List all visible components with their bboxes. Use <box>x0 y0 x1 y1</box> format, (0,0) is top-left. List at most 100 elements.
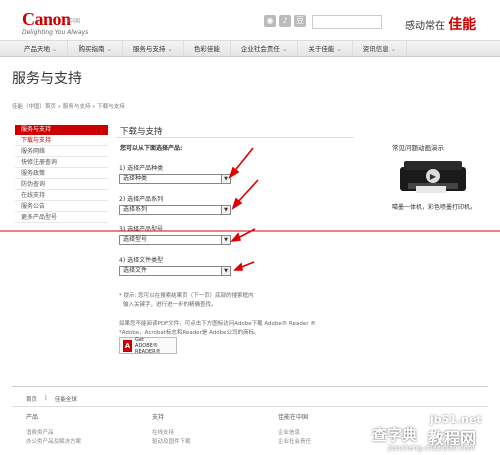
dropdown-arrow-icon[interactable]: ▼ <box>221 206 230 214</box>
step-product-series: 2) 选择产品系列 选择系列 ▼ <box>119 194 231 215</box>
get-adobe-reader-button[interactable]: A Get ADOBE® READER® <box>119 337 177 355</box>
nav-item-label: 关于佳能 <box>308 45 335 53</box>
sidebar: 服务与支持 下载与支持 服务网络 快修注册查询 服务政策 防伪查询 在线支持 服… <box>15 125 108 223</box>
douban-icon[interactable]: 豆 <box>294 15 306 27</box>
slogan-big: 佳能 <box>448 17 477 33</box>
footer-col-products: 产品 消费类产品 办公类产品及解决方案 <box>26 412 81 447</box>
pdf-note-line: 如果您不能阅读PDF文件，可点击下方图标访问Adobe下载 Adobe® Rea… <box>119 321 316 327</box>
select-value: 选择型号 <box>123 236 148 243</box>
series-select[interactable]: 选择系列 ▼ <box>119 205 231 215</box>
main-nav: 产品天地 ⌄ 购买指南 ⌄ 服务与支持 ⌄ 色彩佳能 企业社会责任 ⌄ 关于佳能 ⌄ 资讯… <box>0 40 500 57</box>
nav-item-label: 资讯信息 <box>362 45 389 53</box>
sidebar-item-announcements[interactable]: 服务公告 <box>15 201 108 212</box>
chevron-down-icon: ⌄ <box>106 45 112 53</box>
sidebar-item-more-models[interactable]: 更多产品型号 <box>15 212 108 223</box>
select-value: 选择系列 <box>123 206 148 213</box>
annotation-arrowhead <box>230 232 242 243</box>
footer-col-canon-china: 佳能在中国 企业信息 企业社会责任 <box>278 412 311 447</box>
nav-item-products[interactable]: 产品天地 ⌄ <box>14 41 69 56</box>
nav-item-buying[interactable]: 购买指南 ⌄ <box>68 41 123 56</box>
sidebar-item-repair-query[interactable]: 快修注册查询 <box>15 157 108 168</box>
chevron-down-icon: ⌄ <box>167 45 173 53</box>
annotation-arrow <box>232 147 254 174</box>
pdf-note: 如果您不能阅读PDF文件，可点击下方图标访问Adobe下载 Adobe® Rea… <box>119 320 316 338</box>
chevron-down-icon: ⌄ <box>390 45 397 53</box>
step-label: 4) 选择文件类型 <box>119 257 164 264</box>
footer-link-separator: | <box>45 395 47 401</box>
select-value: 选择种类 <box>123 175 148 182</box>
step-product-category: 1) 选择产品种类 选择种类 ▼ <box>119 163 231 184</box>
intro-text: 您可以从下面选择产品: <box>120 145 183 152</box>
slogan-small: 感动常在 <box>405 21 445 32</box>
footer-col-item[interactable]: 企业信息 <box>278 429 311 438</box>
site-header: Canon 中国 Delighting You Always ◉ ♪ 豆 感动常… <box>0 0 500 40</box>
watermark-brand: 查字典 <box>372 426 418 444</box>
chevron-down-icon: ⌄ <box>281 45 288 53</box>
dropdown-arrow-icon[interactable]: ▼ <box>221 267 230 275</box>
sidebar-header[interactable]: 服务与支持 <box>15 125 108 135</box>
nav-item-label: 产品天地 <box>24 45 50 53</box>
tagline: Delighting You Always <box>22 29 89 36</box>
nav-item-label: 购买指南 <box>78 45 105 53</box>
sidebar-item-downloads[interactable]: 下载与支持 <box>15 135 108 146</box>
footer-col-head: 产品 <box>26 414 39 421</box>
footer-col-item[interactable]: 企业社会责任 <box>278 438 311 447</box>
page-title: 服务与支持 <box>12 71 82 87</box>
footer-col-item[interactable]: 消费类产品 <box>26 429 81 438</box>
sidebar-item-online-support[interactable]: 在线支持 <box>15 190 108 201</box>
search-hint: * 提示: 您可以在搜索结果页（下一页）底部的搜索框内 输入关键字，进行进一步的… <box>119 292 254 310</box>
slogan: 感动常在 佳能 <box>405 14 476 34</box>
weibo-icon[interactable]: ◉ <box>264 15 276 27</box>
footer-link-global[interactable]: 佳能全球 <box>55 395 77 403</box>
sidebar-item-policy[interactable]: 服务政策 <box>15 168 108 179</box>
footer-col-head: 支持 <box>152 414 165 421</box>
chevron-down-icon: ⌄ <box>336 45 342 53</box>
footer-divider <box>12 406 488 407</box>
file-type-select[interactable]: 选择文件 ▼ <box>119 266 231 276</box>
annotation-arrowhead <box>228 166 240 179</box>
printer-video-thumbnail[interactable]: ▶ <box>394 153 472 197</box>
step-file-type: 4) 选择文件类型 选择文件 ▼ <box>119 255 231 276</box>
annotation-arrowhead <box>231 197 243 210</box>
nav-item-news[interactable]: 资讯信息 ⌄ <box>353 41 408 56</box>
nav-item-about[interactable]: 关于佳能 ⌄ <box>298 41 353 56</box>
region-label: 中国 <box>68 18 81 25</box>
model-select[interactable]: 选择型号 ▼ <box>119 235 231 245</box>
footer-col-item[interactable]: 在线支持 <box>152 429 191 438</box>
hint-line: * 提示: 您可以在搜索结果页（下一页）底部的搜索框内 <box>119 293 254 299</box>
person-icon[interactable]: ♪ <box>279 15 291 27</box>
sidebar-item-anti-counterfeit[interactable]: 防伪查询 <box>15 179 108 190</box>
canon-logo[interactable]: Canon <box>22 9 71 30</box>
dropdown-arrow-icon[interactable]: ▼ <box>221 175 230 183</box>
step-label: 1) 选择产品种类 <box>119 165 164 172</box>
footer-links: 首页 | 佳能全球 <box>26 395 77 403</box>
nav-item-csr[interactable]: 企业社会责任 ⌄ <box>231 41 299 56</box>
nav-item-label: 服务与支持 <box>132 45 166 53</box>
nav-item-support[interactable]: 服务与支持 ⌄ <box>123 41 184 56</box>
hint-line: 输入关键字，进行进一步的精确查找。 <box>123 302 217 308</box>
footer-col-head: 佳能在中国 <box>278 414 309 421</box>
divider <box>116 137 354 138</box>
footer-col-item[interactable]: 办公类产品及解决方案 <box>26 438 81 447</box>
nav-item-label: 企业社会责任 <box>240 45 280 53</box>
search-input[interactable] <box>312 15 382 29</box>
play-icon: ▶ <box>430 172 437 181</box>
annotation-arrow <box>235 228 256 240</box>
footer-link-home[interactable]: 首页 <box>26 395 37 403</box>
chevron-down-icon: ⌄ <box>52 45 58 53</box>
sidebar-item-service-network[interactable]: 服务网络 <box>15 146 108 157</box>
breadcrumb: 佳能（中国）首页 » 服务与支持 » 下载与支持 <box>12 104 125 110</box>
adobe-button-label: Get ADOBE® READER® <box>135 337 176 355</box>
adobe-reader-icon: A <box>123 339 133 352</box>
nav-item-color[interactable]: 色彩佳能 <box>184 41 231 56</box>
faq-caption[interactable]: 噶墨一体机，彩色喷墨打印机。 <box>392 202 476 211</box>
footer-col-item[interactable]: 驱动及固件下载 <box>152 438 191 447</box>
step-product-model: 3) 选择产品型号 选择型号 ▼ <box>119 224 231 245</box>
category-select[interactable]: 选择种类 ▼ <box>119 174 231 184</box>
dropdown-arrow-icon[interactable]: ▼ <box>221 236 230 244</box>
select-value: 选择文件 <box>123 267 148 274</box>
annotation-arrow <box>238 261 255 269</box>
content-title: 下载与支持 <box>120 127 163 137</box>
footer-col-support: 支持 在线支持 驱动及固件下载 <box>152 412 191 447</box>
step-label: 3) 选择产品型号 <box>119 226 164 233</box>
